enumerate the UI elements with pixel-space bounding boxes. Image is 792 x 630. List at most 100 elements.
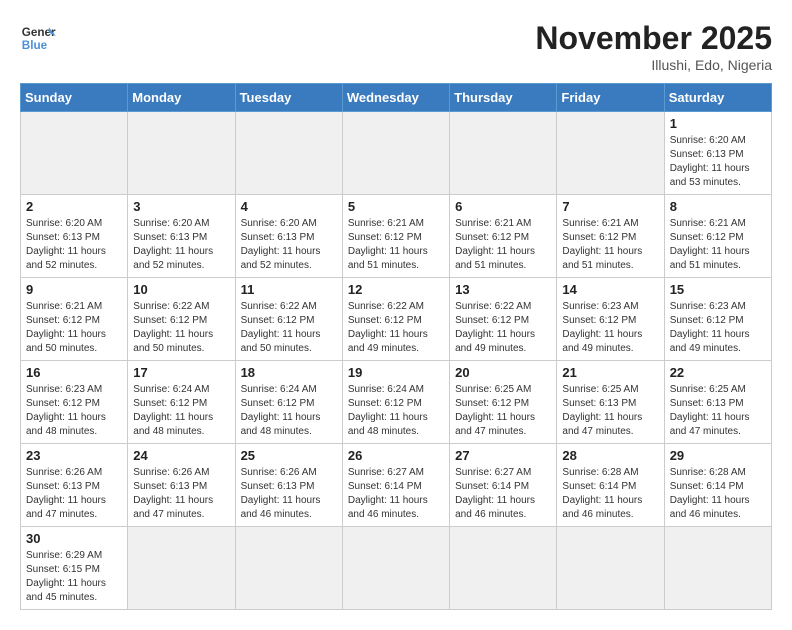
- calendar-day-cell: [342, 527, 449, 610]
- day-number: 13: [455, 282, 551, 297]
- day-number: 10: [133, 282, 229, 297]
- day-info: Sunrise: 6:22 AMSunset: 6:12 PMDaylight:…: [455, 300, 551, 356]
- day-number: 1: [670, 116, 766, 131]
- day-number: 9: [26, 282, 122, 297]
- calendar-header-friday: Friday: [557, 84, 664, 112]
- calendar-day-cell: [450, 112, 557, 195]
- svg-text:Blue: Blue: [22, 39, 48, 52]
- calendar-week-row: 2 Sunrise: 6:20 AMSunset: 6:13 PMDaylight…: [21, 195, 772, 278]
- calendar-week-row: 23Sunrise: 6:26 AMSunset: 6:13 PMDayligh…: [21, 444, 772, 527]
- calendar-day-cell: 15 Sunrise: 6:23 AMSunset: 6:12 PMDayligh…: [664, 278, 771, 361]
- day-number: 20: [455, 365, 551, 380]
- calendar-day-cell: 5 Sunrise: 6:21 AMSunset: 6:12 PMDaylight…: [342, 195, 449, 278]
- calendar-day-cell: 11 Sunrise: 6:22 AMSunset: 6:12 PMDayligh…: [235, 278, 342, 361]
- calendar-day-cell: [128, 527, 235, 610]
- day-info: Sunrise: 6:28 AMSunset: 6:14 PMDaylight:…: [562, 466, 658, 522]
- calendar-day-cell: 23Sunrise: 6:26 AMSunset: 6:13 PMDayligh…: [21, 444, 128, 527]
- day-info: Sunrise: 6:22 AMSunset: 6:12 PMDaylight:…: [133, 300, 229, 356]
- logo: General Blue: [20, 20, 56, 56]
- day-number: 22: [670, 365, 766, 380]
- calendar-day-cell: 29 Sunrise: 6:28 AMSunset: 6:14 PMDayligh…: [664, 444, 771, 527]
- logo-icon: General Blue: [20, 20, 56, 56]
- calendar-day-cell: 16Sunrise: 6:23 AMSunset: 6:12 PMDayligh…: [21, 361, 128, 444]
- calendar-day-cell: [342, 112, 449, 195]
- day-info: Sunrise: 6:24 AMSunset: 6:12 PMDaylight:…: [241, 383, 337, 439]
- location: Illushi, Edo, Nigeria: [535, 57, 772, 73]
- calendar-header-monday: Monday: [128, 84, 235, 112]
- day-number: 7: [562, 199, 658, 214]
- calendar-day-cell: [557, 527, 664, 610]
- day-info: Sunrise: 6:23 AMSunset: 6:12 PMDaylight:…: [670, 300, 766, 356]
- day-info: Sunrise: 6:25 AMSunset: 6:12 PMDaylight:…: [455, 383, 551, 439]
- calendar-header-thursday: Thursday: [450, 84, 557, 112]
- calendar-day-cell: [128, 112, 235, 195]
- calendar-day-cell: 22 Sunrise: 6:25 AMSunset: 6:13 PMDayligh…: [664, 361, 771, 444]
- day-info: Sunrise: 6:26 AMSunset: 6:13 PMDaylight:…: [133, 466, 229, 522]
- calendar-week-row: 9 Sunrise: 6:21 AMSunset: 6:12 PMDaylight…: [21, 278, 772, 361]
- day-number: 28: [562, 448, 658, 463]
- calendar-day-cell: 6 Sunrise: 6:21 AMSunset: 6:12 PMDaylight…: [450, 195, 557, 278]
- calendar-header-saturday: Saturday: [664, 84, 771, 112]
- day-number: 27: [455, 448, 551, 463]
- day-number: 25: [241, 448, 337, 463]
- day-info: Sunrise: 6:25 AMSunset: 6:13 PMDaylight:…: [562, 383, 658, 439]
- day-info: Sunrise: 6:24 AMSunset: 6:12 PMDaylight:…: [348, 383, 444, 439]
- day-number: 26: [348, 448, 444, 463]
- day-number: 15: [670, 282, 766, 297]
- day-info: Sunrise: 6:22 AMSunset: 6:12 PMDaylight:…: [241, 300, 337, 356]
- day-info: Sunrise: 6:21 AMSunset: 6:12 PMDaylight:…: [455, 217, 551, 273]
- calendar-day-cell: 24Sunrise: 6:26 AMSunset: 6:13 PMDayligh…: [128, 444, 235, 527]
- day-info: Sunrise: 6:29 AMSunset: 6:15 PMDaylight:…: [26, 549, 122, 605]
- day-info: Sunrise: 6:24 AMSunset: 6:12 PMDaylight:…: [133, 383, 229, 439]
- calendar-day-cell: 10 Sunrise: 6:22 AMSunset: 6:12 PMDayligh…: [128, 278, 235, 361]
- calendar-day-cell: [450, 527, 557, 610]
- day-info: Sunrise: 6:20 AMSunset: 6:13 PMDaylight:…: [133, 217, 229, 273]
- day-number: 11: [241, 282, 337, 297]
- title-area: November 2025 Illushi, Edo, Nigeria: [535, 20, 772, 73]
- calendar-day-cell: 26Sunrise: 6:27 AMSunset: 6:14 PMDayligh…: [342, 444, 449, 527]
- calendar-header-tuesday: Tuesday: [235, 84, 342, 112]
- calendar-day-cell: 25Sunrise: 6:26 AMSunset: 6:13 PMDayligh…: [235, 444, 342, 527]
- calendar-day-cell: 21 Sunrise: 6:25 AMSunset: 6:13 PMDayligh…: [557, 361, 664, 444]
- calendar-day-cell: 18Sunrise: 6:24 AMSunset: 6:12 PMDayligh…: [235, 361, 342, 444]
- day-info: Sunrise: 6:23 AMSunset: 6:12 PMDaylight:…: [26, 383, 122, 439]
- day-info: Sunrise: 6:26 AMSunset: 6:13 PMDaylight:…: [26, 466, 122, 522]
- day-number: 2: [26, 199, 122, 214]
- calendar-header-row: SundayMondayTuesdayWednesdayThursdayFrid…: [21, 84, 772, 112]
- day-number: 17: [133, 365, 229, 380]
- calendar-day-cell: 20 Sunrise: 6:25 AMSunset: 6:12 PMDayligh…: [450, 361, 557, 444]
- calendar-table: SundayMondayTuesdayWednesdayThursdayFrid…: [20, 83, 772, 610]
- calendar-day-cell: [664, 527, 771, 610]
- calendar-day-cell: 13 Sunrise: 6:22 AMSunset: 6:12 PMDayligh…: [450, 278, 557, 361]
- month-title: November 2025: [535, 20, 772, 57]
- day-info: Sunrise: 6:28 AMSunset: 6:14 PMDaylight:…: [670, 466, 766, 522]
- day-info: Sunrise: 6:25 AMSunset: 6:13 PMDaylight:…: [670, 383, 766, 439]
- day-number: 3: [133, 199, 229, 214]
- day-number: 14: [562, 282, 658, 297]
- calendar-day-cell: [235, 527, 342, 610]
- day-number: 29: [670, 448, 766, 463]
- day-info: Sunrise: 6:20 AMSunset: 6:13 PMDaylight:…: [241, 217, 337, 273]
- day-number: 6: [455, 199, 551, 214]
- calendar-day-cell: 27Sunrise: 6:27 AMSunset: 6:14 PMDayligh…: [450, 444, 557, 527]
- day-number: 30: [26, 531, 122, 546]
- calendar-day-cell: 19Sunrise: 6:24 AMSunset: 6:12 PMDayligh…: [342, 361, 449, 444]
- day-number: 5: [348, 199, 444, 214]
- calendar-day-cell: 2Sunrise: 6:20 AMSunset: 6:13 PMDaylight…: [21, 195, 128, 278]
- calendar-week-row: 16Sunrise: 6:23 AMSunset: 6:12 PMDayligh…: [21, 361, 772, 444]
- calendar-day-cell: 14Sunrise: 6:23 AMSunset: 6:12 PMDayligh…: [557, 278, 664, 361]
- day-number: 4: [241, 199, 337, 214]
- day-info: Sunrise: 6:22 AMSunset: 6:12 PMDaylight:…: [348, 300, 444, 356]
- day-info: Sunrise: 6:21 AMSunset: 6:12 PMDaylight:…: [348, 217, 444, 273]
- calendar-day-cell: 1 Sunrise: 6:20 AMSunset: 6:13 PMDaylight…: [664, 112, 771, 195]
- day-number: 8: [670, 199, 766, 214]
- day-number: 12: [348, 282, 444, 297]
- calendar-header-wednesday: Wednesday: [342, 84, 449, 112]
- calendar-day-cell: 4 Sunrise: 6:20 AMSunset: 6:13 PMDaylight…: [235, 195, 342, 278]
- calendar-day-cell: [557, 112, 664, 195]
- day-info: Sunrise: 6:20 AMSunset: 6:13 PMDaylight:…: [670, 134, 766, 190]
- day-info: Sunrise: 6:21 AMSunset: 6:12 PMDaylight:…: [26, 300, 122, 356]
- calendar-day-cell: 12 Sunrise: 6:22 AMSunset: 6:12 PMDayligh…: [342, 278, 449, 361]
- calendar-day-cell: 30 Sunrise: 6:29 AMSunset: 6:15 PMDayligh…: [21, 527, 128, 610]
- day-number: 21: [562, 365, 658, 380]
